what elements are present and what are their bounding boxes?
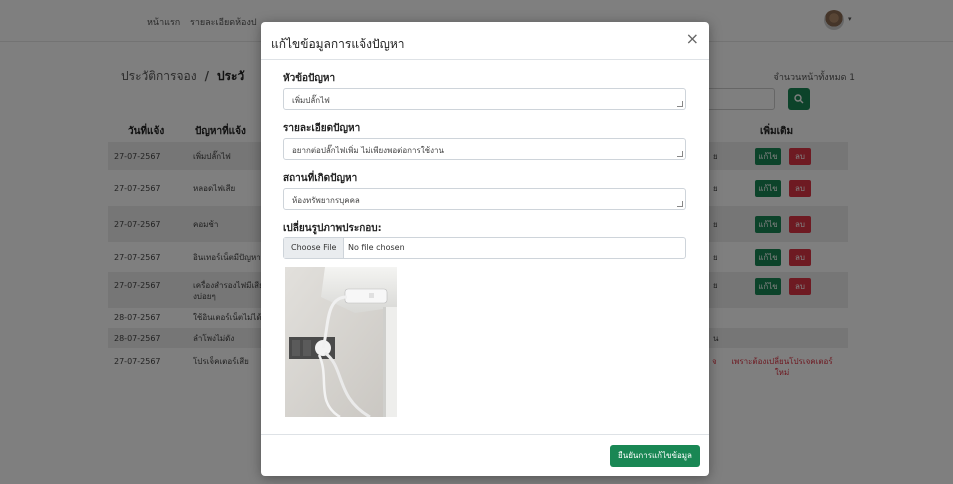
topic-label: หัวข้อปัญหา xyxy=(283,73,336,84)
location-field[interactable]: ห้องทรัพยากรบุคคล xyxy=(283,188,686,210)
modal-title: แก้ไขข้อมูลการแจ้งปัญหา xyxy=(271,37,405,51)
topic-field[interactable]: เพิ่มปลั๊กไฟ xyxy=(283,88,686,110)
location-label: สถานที่เกิดปัญหา xyxy=(283,173,358,184)
choose-file-button[interactable]: Choose File xyxy=(284,238,345,258)
issue-photo xyxy=(285,267,397,417)
detail-label: รายละเอียดปัญหา xyxy=(283,123,361,134)
image-label: เปลี่ยนรูปภาพประกอบ: xyxy=(283,223,382,234)
confirm-edit-button[interactable]: ยืนยันการแก้ไขข้อมูล xyxy=(610,445,700,467)
wall-outlet-photo xyxy=(285,267,397,417)
edit-issue-modal: แก้ไขข้อมูลการแจ้งปัญหา × หัวข้อปัญหา เพ… xyxy=(261,22,709,476)
image-file-input[interactable]: Choose File No file chosen xyxy=(283,237,686,259)
topic-value: เพิ่มปลั๊กไฟ xyxy=(292,96,330,105)
detail-field[interactable]: อยากต่อปลั๊กไฟเพิ่ม ไม่เพียงพอต่อการใช้ง… xyxy=(283,138,686,160)
close-icon[interactable]: × xyxy=(686,31,699,47)
resize-handle-icon[interactable] xyxy=(677,201,683,207)
location-value: ห้องทรัพยากรบุคคล xyxy=(292,196,360,205)
file-status: No file chosen xyxy=(348,243,405,252)
resize-handle-icon[interactable] xyxy=(677,101,683,107)
modal-header: แก้ไขข้อมูลการแจ้งปัญหา × xyxy=(261,22,709,60)
modal-footer: ยืนยันการแก้ไขข้อมูล xyxy=(261,434,709,476)
resize-handle-icon[interactable] xyxy=(677,151,683,157)
detail-value: อยากต่อปลั๊กไฟเพิ่ม ไม่เพียงพอต่อการใช้ง… xyxy=(292,146,444,155)
